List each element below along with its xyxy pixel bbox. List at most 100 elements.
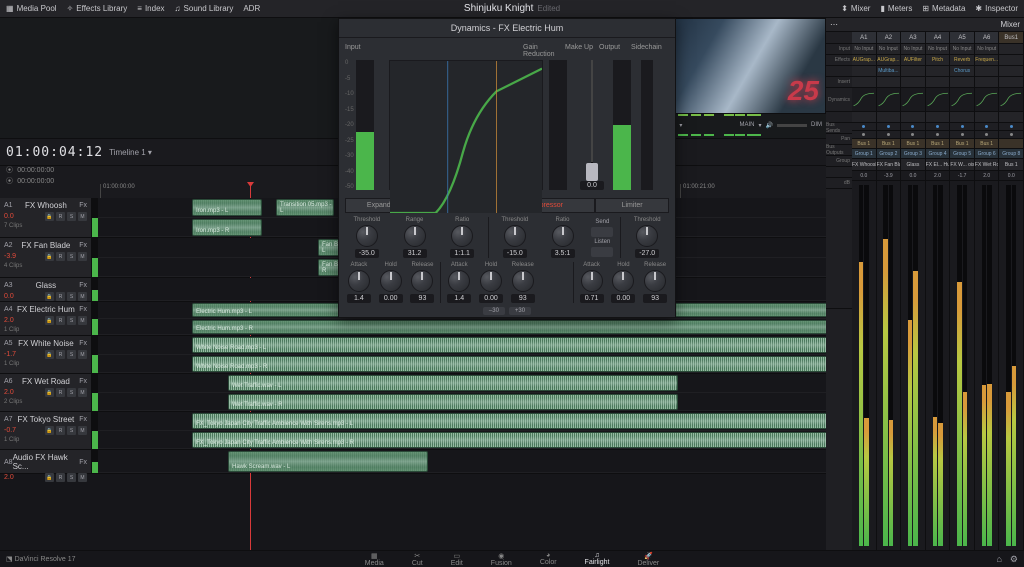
mixer-fader[interactable] bbox=[852, 181, 876, 550]
track-arm-button[interactable]: R bbox=[56, 316, 65, 325]
mixer-fx-slot[interactable]: AUGrap... bbox=[852, 55, 876, 66]
mixer-channel-header[interactable]: A1 bbox=[852, 32, 876, 44]
speaker-icon[interactable]: 🔊 bbox=[766, 122, 773, 129]
mixer-bus-send[interactable] bbox=[877, 123, 901, 131]
track-lock-button[interactable]: 🔒 bbox=[45, 252, 54, 261]
dyn-send-toggle[interactable] bbox=[591, 227, 613, 237]
page-tab-fusion[interactable]: ◉Fusion bbox=[491, 552, 512, 567]
track-solo-button[interactable]: S bbox=[67, 350, 76, 359]
track-header[interactable]: A8Audio FX Hawk Sc...Fx 2.0🔒RSM bbox=[0, 450, 92, 473]
knob-range[interactable]: Range31.2 bbox=[393, 217, 437, 258]
mixer-dynamics-graph[interactable] bbox=[975, 88, 999, 112]
audio-clip[interactable]: Electric Hum.mp3 - R bbox=[192, 320, 826, 334]
track-solo-button[interactable]: S bbox=[67, 316, 76, 325]
track-header[interactable]: A7FX Tokyo StreetFx -0.7🔒RSM 1 Clip bbox=[0, 412, 92, 449]
monitor-main-select[interactable]: MAIN bbox=[740, 122, 755, 128]
mixer-pan[interactable] bbox=[926, 131, 950, 139]
page-tab-edit[interactable]: ▭Edit bbox=[451, 552, 463, 567]
mixer-pan[interactable] bbox=[901, 131, 925, 139]
mixer-input[interactable]: No Input bbox=[950, 44, 974, 55]
mixer-bus-send[interactable] bbox=[975, 123, 999, 131]
track-lock-button[interactable]: 🔒 bbox=[45, 473, 54, 482]
track-mute-button[interactable]: M bbox=[78, 350, 87, 359]
track-lane[interactable]: Wet Traffic.wav - LWet Traffic.wav - R bbox=[92, 374, 826, 411]
dyn-listen-toggle[interactable] bbox=[591, 247, 613, 257]
audio-clip[interactable]: Iron.mp3 - R bbox=[192, 219, 262, 236]
mixer-bus-send[interactable] bbox=[926, 123, 950, 131]
mixer-bus-send[interactable] bbox=[852, 123, 876, 131]
audio-clip[interactable]: Hawk Scream.wav - L bbox=[228, 451, 428, 472]
in-timecode[interactable]: ⦿ 00:00:00:00 bbox=[6, 165, 54, 175]
track-header[interactable]: A4FX Electric HumFx 2.0🔒RSM 1 Clip bbox=[0, 302, 92, 335]
knob-hold[interactable]: Hold0.00 bbox=[477, 262, 505, 303]
mixer-fader[interactable] bbox=[901, 181, 925, 550]
knob-attack[interactable]: Attack1.4 bbox=[345, 262, 373, 303]
mixer-group[interactable]: Group 5 bbox=[950, 149, 974, 159]
menu-adr[interactable]: ADR bbox=[243, 4, 260, 13]
mixer-channel-header[interactable]: A5 bbox=[950, 32, 974, 44]
mixer-fx-slot[interactable] bbox=[999, 66, 1023, 77]
track-mute-button[interactable]: M bbox=[78, 292, 87, 301]
mixer-insert[interactable] bbox=[877, 77, 901, 88]
mixer-insert[interactable] bbox=[999, 77, 1023, 88]
mixer-input[interactable]: No Input bbox=[926, 44, 950, 55]
monitor-volume-slider[interactable] bbox=[777, 124, 807, 127]
mixer-options-icon[interactable]: ⋯ bbox=[830, 20, 838, 29]
knob-threshold[interactable]: Threshold-35.0 bbox=[345, 217, 389, 258]
page-tab-deliver[interactable]: 🚀Deliver bbox=[637, 552, 659, 567]
track-solo-button[interactable]: S bbox=[67, 212, 76, 221]
mixer-channel-header[interactable]: A6 bbox=[975, 32, 999, 44]
mixer-eq[interactable] bbox=[950, 112, 974, 123]
mixer-fx-slot[interactable]: Multiba... bbox=[877, 66, 901, 77]
mixer-dynamics-graph[interactable] bbox=[999, 88, 1023, 112]
mixer-fx-slot[interactable]: Pitch bbox=[926, 55, 950, 66]
mixer-db-value[interactable]: 0.0 bbox=[999, 171, 1023, 181]
mixer-eq[interactable] bbox=[901, 112, 925, 123]
knob-attack[interactable]: Attack0.71 bbox=[578, 262, 606, 303]
mixer-fader[interactable] bbox=[999, 181, 1023, 550]
page-tab-cut[interactable]: ✂Cut bbox=[412, 552, 423, 567]
mixer-fx-slot[interactable] bbox=[901, 66, 925, 77]
mixer-channel-header[interactable]: A2 bbox=[877, 32, 901, 44]
mixer-input[interactable]: No Input bbox=[877, 44, 901, 55]
track-lock-button[interactable]: 🔒 bbox=[45, 316, 54, 325]
track-lane[interactable]: FX_Tokyo Japan City Traffic Ambience Wit… bbox=[92, 412, 826, 449]
mixer-bus-send[interactable] bbox=[999, 123, 1023, 131]
track-arm-button[interactable]: R bbox=[56, 473, 65, 482]
track-arm-button[interactable]: R bbox=[56, 350, 65, 359]
mixer-channel-header[interactable]: A4 bbox=[926, 32, 950, 44]
page-tab-media[interactable]: ▦Media bbox=[365, 552, 384, 567]
mixer-db-value[interactable]: 2.0 bbox=[926, 171, 950, 181]
menu-mixer[interactable]: ⬍ Mixer bbox=[841, 4, 870, 13]
track-mute-button[interactable]: M bbox=[78, 426, 87, 435]
track-header[interactable]: A5FX White NoiseFx -1.7🔒RSM 1 Clip bbox=[0, 336, 92, 373]
mixer-fader[interactable] bbox=[950, 181, 974, 550]
mixer-input[interactable]: No Input bbox=[901, 44, 925, 55]
track-solo-button[interactable]: S bbox=[67, 252, 76, 261]
dyn-makeup-fader[interactable]: 0.0 bbox=[577, 60, 607, 190]
menu-effects-library[interactable]: ✧ Effects Library bbox=[67, 4, 128, 13]
home-icon[interactable]: ⌂ bbox=[996, 554, 1001, 565]
track-header[interactable]: A2FX Fan BladeFx -3.9🔒RSM 4 Clips bbox=[0, 238, 92, 277]
mixer-db-value[interactable]: 0.0 bbox=[852, 171, 876, 181]
menu-index[interactable]: ≡ Index bbox=[137, 4, 164, 13]
mixer-input[interactable]: No Input bbox=[975, 44, 999, 55]
mixer-fx-slot[interactable] bbox=[999, 55, 1023, 66]
track-arm-button[interactable]: R bbox=[56, 212, 65, 221]
mixer-dynamics-graph[interactable] bbox=[950, 88, 974, 112]
knob-release[interactable]: Release93 bbox=[509, 262, 537, 303]
track-solo-button[interactable]: S bbox=[67, 473, 76, 482]
page-tab-color[interactable]: ◕Color bbox=[540, 552, 557, 566]
mixer-eq[interactable] bbox=[999, 112, 1023, 123]
menu-metadata[interactable]: ⊞ Metadata bbox=[922, 4, 965, 13]
mixer-eq[interactable] bbox=[926, 112, 950, 123]
mixer-channel-header[interactable]: Bus1 bbox=[999, 32, 1023, 44]
audio-clip[interactable]: FX_Tokyo Japan City Traffic Ambience Wit… bbox=[192, 432, 826, 448]
audio-clip[interactable]: Wet Traffic.wav - R bbox=[228, 394, 678, 410]
menu-media-pool[interactable]: ▦ Media Pool bbox=[6, 4, 57, 13]
mixer-pan[interactable] bbox=[877, 131, 901, 139]
menu-sound-library[interactable]: ♫ Sound Library bbox=[175, 4, 234, 13]
settings-icon[interactable]: ⚙ bbox=[1010, 554, 1018, 565]
track-mute-button[interactable]: M bbox=[78, 316, 87, 325]
menu-meters[interactable]: ▮ Meters bbox=[880, 4, 912, 13]
